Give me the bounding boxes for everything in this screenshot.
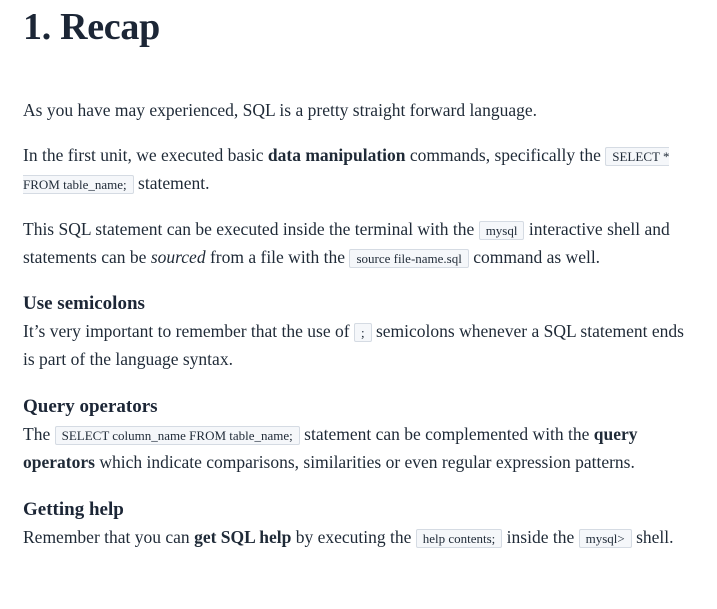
terminal-text-after: command as well. bbox=[468, 247, 601, 267]
mysql-prompt-code: mysql> bbox=[578, 529, 632, 548]
page-title: 1. Recap bbox=[23, 6, 160, 48]
terminal-text-middle2: from a file with the bbox=[205, 247, 350, 267]
help-text-after: shell. bbox=[631, 527, 674, 547]
query-operators-paragraph: The SELECT column_name FROM table_name; … bbox=[23, 421, 693, 476]
help-text-before: Remember that you can bbox=[23, 527, 195, 547]
terminal-text-before: This SQL statement can be executed insid… bbox=[23, 219, 479, 239]
semicolons-paragraph: It’s very important to remember that the… bbox=[23, 318, 693, 373]
getting-help-paragraph: Remember that you can get SQL help by ex… bbox=[23, 524, 693, 552]
help-text-middle1: by executing the bbox=[291, 527, 416, 547]
semicolons-heading: Use semicolons bbox=[23, 293, 145, 314]
help-text-middle2: inside the bbox=[502, 527, 579, 547]
getting-help-heading: Getting help bbox=[23, 499, 124, 520]
intro-paragraph: As you have may experienced, SQL is a pr… bbox=[23, 97, 693, 124]
data-manipulation-bold: data manipulation bbox=[267, 145, 406, 165]
get-sql-help-bold: get SQL help bbox=[194, 527, 292, 547]
semicolon-code: ; bbox=[353, 323, 372, 342]
intro-text: As you have may experienced, SQL is a pr… bbox=[23, 100, 537, 120]
mysql-code: mysql bbox=[478, 221, 525, 240]
unit-text-after: statement. bbox=[133, 173, 210, 193]
semicolons-text-before: It’s very important to remember that the… bbox=[23, 321, 354, 341]
sourced-italic: sourced bbox=[150, 247, 206, 267]
select-column-code: SELECT column_name FROM table_name; bbox=[54, 426, 300, 445]
help-contents-code: help contents; bbox=[415, 529, 503, 548]
query-operators-heading: Query operators bbox=[23, 396, 158, 417]
query-text-middle: statement can be complemented with the bbox=[299, 424, 594, 444]
query-text-after: which indicate comparisons, similarities… bbox=[94, 452, 635, 472]
terminal-paragraph: This SQL statement can be executed insid… bbox=[23, 216, 693, 272]
unit-text-before: In the first unit, we executed basic bbox=[23, 145, 268, 165]
unit-text-middle: commands, specifically the bbox=[405, 145, 606, 165]
query-text-before: The bbox=[23, 424, 55, 444]
source-file-code: source file-name.sql bbox=[349, 249, 469, 268]
recap-page: 1. Recap As you have may experienced, SQ… bbox=[0, 0, 717, 552]
unit-paragraph: In the first unit, we executed basic dat… bbox=[23, 142, 693, 198]
